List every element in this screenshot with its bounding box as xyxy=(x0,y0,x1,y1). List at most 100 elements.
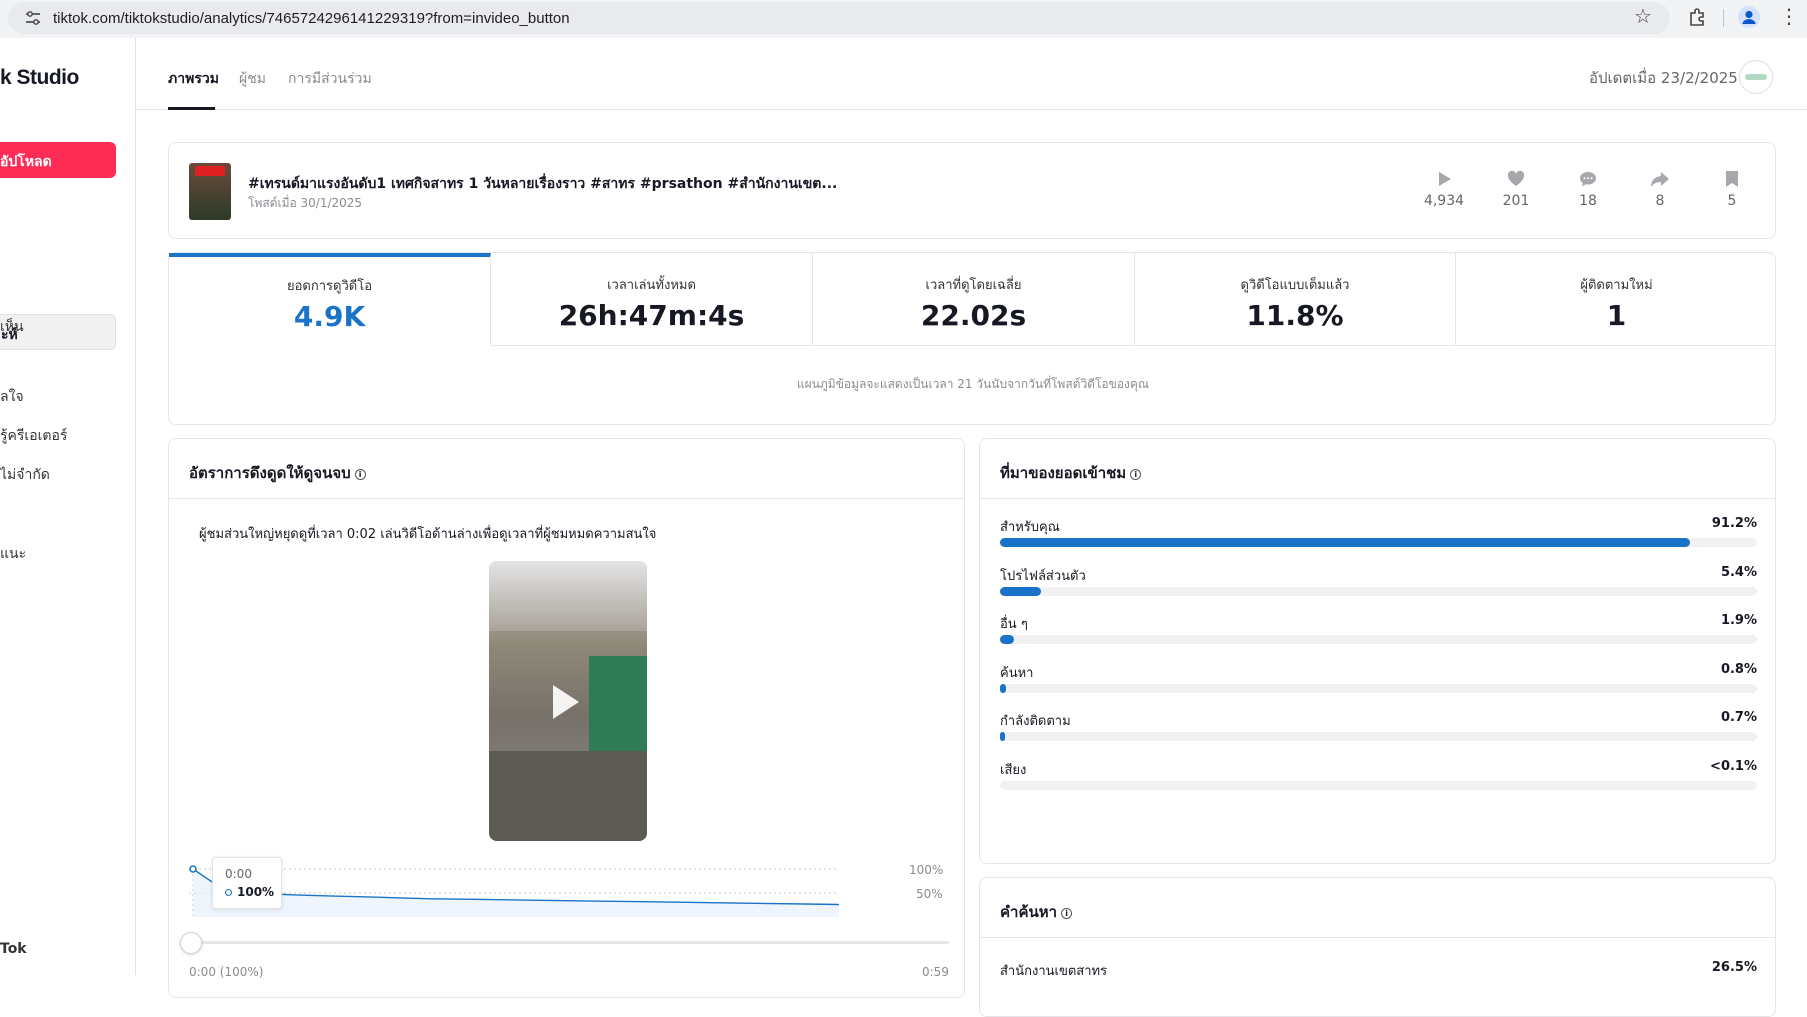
avatar-logo xyxy=(1745,74,1767,80)
kpi-value: 26h:47m:4s xyxy=(558,299,745,332)
timeline-slider[interactable] xyxy=(189,941,949,944)
browser-menu-icon[interactable]: ⋮ xyxy=(1779,4,1799,28)
kpi-note: แผนภูมิข้อมูลจะแสดงเป็นเวลา 21 วันนับจาก… xyxy=(796,377,1150,391)
sidebar-footer[interactable]: Tok xyxy=(0,941,27,957)
sidebar-item-1[interactable]: เห็น xyxy=(0,316,24,338)
traffic-source-bar-track xyxy=(1000,586,1757,596)
browser-toolbar: tiktok.com/tiktokstudio/analytics/746572… xyxy=(0,0,1807,38)
traffic-source-bar-track xyxy=(1000,635,1757,645)
info-icon[interactable]: i xyxy=(1061,908,1073,919)
stat-saves: 5 xyxy=(1702,169,1762,209)
video-posted-date: โพสต์เมื่อ 30/1/2025 xyxy=(248,196,363,210)
traffic-source-value: 5.4% xyxy=(1720,564,1757,580)
video-title[interactable]: #เทรนด์มาแรงอันดับ1 เทศกิจสาทร 1 วันหลาย… xyxy=(248,173,837,195)
kpi-value: 1 xyxy=(1606,299,1627,332)
retention-chart xyxy=(189,865,840,917)
traffic-source-label: เสียง xyxy=(1000,763,1027,778)
kpi-avg-watch-time[interactable]: เวลาที่ดูโดยเฉลี่ย 22.02s xyxy=(813,253,1135,346)
account-avatar[interactable] xyxy=(1739,60,1773,94)
kpi-video-views[interactable]: ยอดการดูวิดีโอ 4.9K xyxy=(169,253,491,346)
play-button-icon[interactable] xyxy=(553,685,579,719)
kpi-label: เวลาเล่นทั้งหมด xyxy=(607,278,696,293)
card-divider xyxy=(980,937,1775,938)
tooltip-dot-icon xyxy=(225,889,232,896)
page-header: ภาพรวม ผู้ชม การมีส่วนร่วม อัปเดตเมื่อ 2… xyxy=(136,38,1807,110)
address-bar[interactable]: tiktok.com/tiktokstudio/analytics/746572… xyxy=(8,2,1670,34)
bookmark-icon xyxy=(1726,171,1738,187)
retention-title: อัตราการดึงดูดให้ดูจนจบ i xyxy=(189,461,366,485)
kpi-watched-full[interactable]: ดูวิดีโอแบบเต็มแล้ว 11.8% xyxy=(1135,253,1456,346)
stat-saves-value: 5 xyxy=(1727,193,1737,209)
kpi-value: 22.02s xyxy=(920,299,1027,332)
tab-engagement[interactable]: การมีส่วนร่วม xyxy=(288,68,372,90)
traffic-source-value: 1.9% xyxy=(1720,613,1757,629)
video-player[interactable] xyxy=(489,561,647,841)
stat-shares-value: 8 xyxy=(1655,193,1665,209)
timeline-slider-handle[interactable] xyxy=(180,932,202,954)
retention-tooltip: 0:00 100% xyxy=(212,857,282,909)
toolbar-divider xyxy=(1723,9,1724,27)
kpi-value: 11.8% xyxy=(1246,299,1344,332)
stat-comments-value: 18 xyxy=(1579,193,1597,209)
traffic-source-card: ที่มาของยอดเข้าชม i สำหรับคุณ 91.2% โปรไฟล์… xyxy=(979,438,1776,864)
traffic-source-value: 0.7% xyxy=(1720,710,1757,726)
info-icon[interactable]: i xyxy=(1130,469,1142,480)
timeline-start-label: 0:00 (100%) xyxy=(189,965,264,979)
traffic-source-row: สำหรับคุณ 91.2% xyxy=(1000,516,1757,566)
sidebar-item-4[interactable]: ไม่จำกัด xyxy=(0,464,50,486)
traffic-source-bar-fill xyxy=(1000,538,1691,547)
site-settings-icon[interactable] xyxy=(24,10,42,26)
tooltip-time: 0:00 xyxy=(225,867,252,881)
traffic-source-bar-track xyxy=(1000,538,1757,547)
profile-avatar-icon[interactable] xyxy=(1738,6,1760,28)
y-label-50: 50% xyxy=(916,887,943,901)
share-icon xyxy=(1651,172,1669,187)
kpi-new-followers[interactable]: ผู้ติดตามใหม่ 1 xyxy=(1456,253,1777,346)
stat-views: 4,934 xyxy=(1414,169,1474,209)
retention-title-text: อัตราการดึงดูดให้ดูจนจบ xyxy=(189,464,351,482)
sidebar-item-3[interactable]: รู้ครีเอเตอร์ xyxy=(0,425,67,447)
stat-views-value: 4,934 xyxy=(1423,193,1465,209)
info-icon[interactable]: i xyxy=(354,469,366,480)
timeline-end-label: 0:59 xyxy=(922,965,949,979)
tab-viewers[interactable]: ผู้ชม xyxy=(239,68,266,90)
extensions-icon[interactable] xyxy=(1687,7,1707,27)
traffic-source-label: โปรไฟล์ส่วนตัว xyxy=(1000,568,1086,584)
traffic-source-bar-fill xyxy=(1000,586,1041,596)
tooltip-value: 100% xyxy=(237,885,275,899)
traffic-source-bar-track xyxy=(1000,732,1757,742)
video-scene-sky xyxy=(489,561,647,631)
traffic-source-value: 91.2% xyxy=(1711,516,1757,531)
traffic-source-row: โปรไฟล์ส่วนตัว 5.4% xyxy=(1000,565,1757,615)
stat-likes: 201 xyxy=(1486,169,1546,209)
card-divider xyxy=(980,498,1775,499)
heart-icon xyxy=(1507,170,1525,186)
traffic-source-bar-track xyxy=(1000,683,1757,693)
traffic-source-value: <0.1% xyxy=(1710,759,1757,774)
traffic-source-label: กำลังติดตาม xyxy=(1000,714,1071,730)
tab-active-indicator xyxy=(168,107,215,110)
traffic-source-label: อื่น ๆ xyxy=(1000,617,1028,633)
traffic-source-bar-track xyxy=(1000,781,1757,790)
search-term-label: สำนักงานเขตสาทร xyxy=(1000,964,1108,979)
kpi-value: 4.9K xyxy=(293,300,366,333)
traffic-source-bar-fill xyxy=(1000,635,1015,645)
stat-likes-value: 201 xyxy=(1502,193,1530,209)
thumbnail-caption xyxy=(195,166,225,176)
retention-card: อัตราการดึงดูดให้ดูจนจบ i ผู้ชมส่วนใหญ่หย… xyxy=(168,438,965,998)
kpi-total-playtime[interactable]: เวลาเล่นทั้งหมด 26h:47m:4s xyxy=(491,253,813,346)
url-text[interactable]: tiktok.com/tiktokstudio/analytics/746572… xyxy=(53,10,570,27)
studio-logo[interactable]: k Studio xyxy=(0,66,79,90)
tab-overview[interactable]: ภาพรวม xyxy=(168,68,219,90)
traffic-source-label: สำหรับคุณ xyxy=(1000,520,1060,535)
video-thumbnail[interactable] xyxy=(189,163,231,220)
upload-button[interactable]: อัปโหลด xyxy=(0,142,116,178)
sidebar-item-2[interactable]: ลใจ xyxy=(0,386,24,408)
bookmark-star-icon[interactable]: ☆ xyxy=(1634,4,1652,28)
video-scene-ground xyxy=(489,751,647,841)
traffic-source-row: ค้นหา 0.8% xyxy=(1000,662,1757,712)
retention-subtitle: ผู้ชมส่วนใหญ่หยุดดูที่เวลา 0:02 เล่นวิดี… xyxy=(199,527,657,542)
sidebar-item-5[interactable]: แนะ xyxy=(0,543,26,565)
video-scene-railing xyxy=(589,656,647,751)
traffic-source-label: ค้นหา xyxy=(1000,665,1034,681)
